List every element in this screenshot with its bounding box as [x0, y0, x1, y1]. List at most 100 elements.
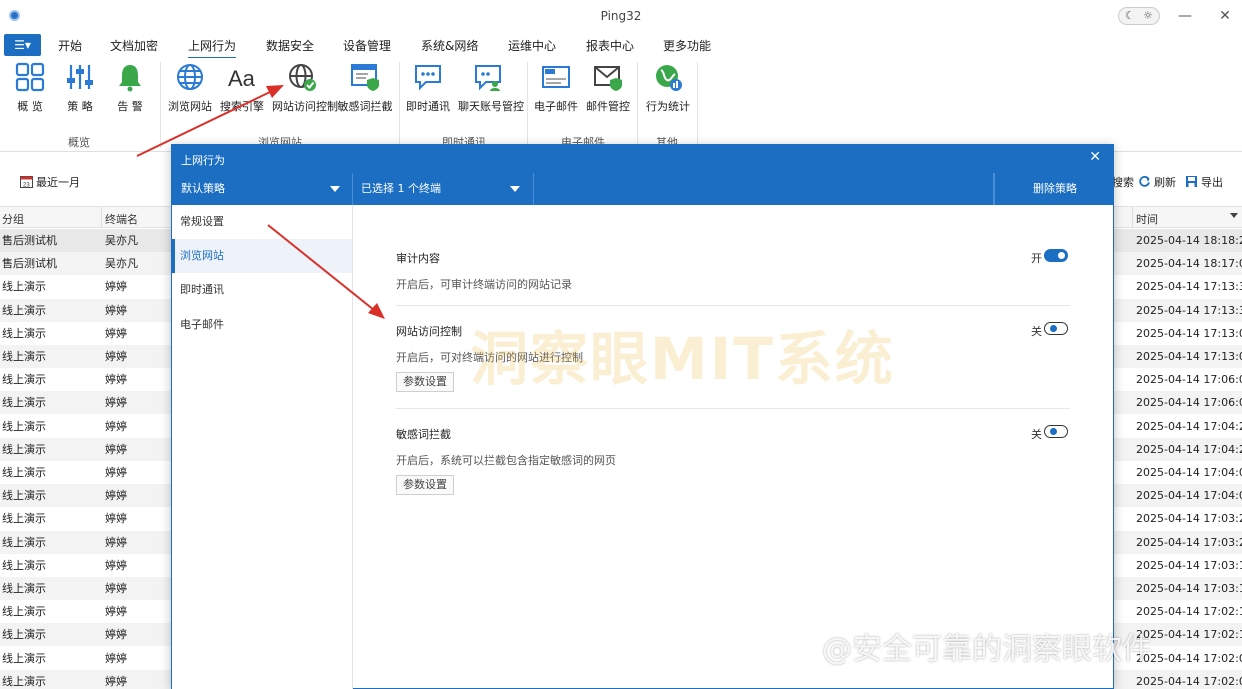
- ribbon-email[interactable]: 电子邮件: [526, 62, 586, 114]
- grid-header-right: 时间: [1114, 206, 1242, 228]
- web-access-control-title: 网站访问控制: [396, 325, 462, 338]
- cell-group: 线上演示: [2, 605, 46, 618]
- ribbon-search-engine[interactable]: Aa 搜索引擎: [212, 62, 272, 114]
- menu-tab-doc-encrypt[interactable]: 文档加密: [110, 37, 158, 54]
- ribbon-behavior-stats-label: 行为统计: [646, 100, 690, 113]
- table-row[interactable]: 线上演示 婷婷: [0, 507, 171, 530]
- watermark-text: 洞察眼MIT系统: [470, 325, 895, 393]
- ribbon-web-access-control[interactable]: 网站访问控制: [272, 62, 338, 114]
- ribbon-chat-account-control[interactable]: 聊天账号管控: [458, 62, 524, 114]
- table-row[interactable]: 线上演示 婷婷: [0, 484, 171, 507]
- table-row[interactable]: 线上演示 婷婷: [0, 461, 171, 484]
- audit-content-toggle[interactable]: [1044, 249, 1068, 262]
- cell-time: 2025-04-14 17:13:00: [1136, 327, 1242, 340]
- table-row[interactable]: 2025-04-14 17:06:00: [1114, 368, 1242, 391]
- table-row[interactable]: 线上演示 婷婷: [0, 647, 171, 670]
- terminal-select[interactable]: 已选择 1 个终端: [353, 173, 534, 205]
- search-button[interactable]: 搜索: [1112, 174, 1134, 190]
- cell-group: 线上演示: [2, 373, 46, 386]
- web-access-control-toggle[interactable]: [1044, 322, 1068, 335]
- table-row[interactable]: 线上演示 婷婷: [0, 391, 171, 414]
- table-row[interactable]: 2025-04-14 17:02:09: [1114, 670, 1242, 689]
- table-row[interactable]: 2025-04-14 17:03:15: [1114, 577, 1242, 600]
- ribbon-alert[interactable]: 告 警: [100, 62, 160, 114]
- table-row[interactable]: 2025-04-14 17:03:20: [1114, 507, 1242, 530]
- table-row[interactable]: 2025-04-14 17:13:37: [1114, 275, 1242, 298]
- sensitive-words-params-button[interactable]: 参数设置: [396, 475, 454, 495]
- close-window-button[interactable]: ✕: [1215, 6, 1235, 26]
- table-row[interactable]: 线上演示 婷婷: [0, 623, 171, 646]
- menu-tab-device-mgmt[interactable]: 设备管理: [343, 37, 391, 54]
- minimize-button[interactable]: —: [1175, 6, 1195, 26]
- ribbon-behavior-stats[interactable]: 行为统计: [638, 62, 698, 114]
- table-row[interactable]: 线上演示 婷婷: [0, 670, 171, 689]
- delete-policy-button[interactable]: 删除策略: [994, 173, 1113, 205]
- menu-tab-more[interactable]: 更多功能: [663, 37, 711, 54]
- cell-group: 线上演示: [2, 396, 46, 409]
- table-row[interactable]: 2025-04-14 17:02:11: [1114, 600, 1242, 623]
- sidebar-item-im[interactable]: 即时通讯: [172, 273, 352, 307]
- column-header-terminal[interactable]: 终端名: [105, 211, 138, 227]
- table-row[interactable]: 2025-04-14 18:17:02: [1114, 252, 1242, 275]
- table-row[interactable]: 线上演示 婷婷: [0, 415, 171, 438]
- table-row[interactable]: 2025-04-14 18:18:21: [1114, 229, 1242, 252]
- table-row[interactable]: 售后测试机 吴亦凡: [0, 252, 171, 275]
- menu-tab-system-network[interactable]: 系统&网络: [421, 37, 478, 54]
- table-row[interactable]: 线上演示 婷婷: [0, 368, 171, 391]
- sort-chevron-icon[interactable]: [1230, 213, 1238, 218]
- close-icon[interactable]: ✕: [1089, 149, 1101, 165]
- ribbon-instant-message[interactable]: 即时通讯: [398, 62, 458, 114]
- cell-time: 2025-04-14 17:03:20: [1136, 536, 1242, 549]
- ribbon-search-engine-label: 搜索引擎: [220, 100, 264, 113]
- table-row[interactable]: 线上演示 婷婷: [0, 299, 171, 322]
- table-row[interactable]: 2025-04-14 17:06:00: [1114, 391, 1242, 414]
- toggle-knob: [1058, 252, 1065, 259]
- policy-select[interactable]: 默认策略: [172, 173, 353, 205]
- table-row[interactable]: 2025-04-14 17:04:29: [1114, 415, 1242, 438]
- table-row[interactable]: 2025-04-14 17:03:15: [1114, 554, 1242, 577]
- table-row[interactable]: 线上演示 婷婷: [0, 600, 171, 623]
- export-label: 导出: [1201, 176, 1223, 189]
- menu-tab-web-behavior[interactable]: 上网行为: [188, 37, 237, 59]
- sensitive-words-toggle[interactable]: [1044, 425, 1068, 438]
- toggle-knob: [1050, 428, 1057, 435]
- main-menu-button[interactable]: ☰▾: [4, 34, 41, 56]
- table-row[interactable]: 线上演示 婷婷: [0, 322, 171, 345]
- ribbon-browse-web[interactable]: 浏览网站: [160, 62, 220, 114]
- sidebar-item-email[interactable]: 电子邮件: [172, 308, 352, 342]
- table-row[interactable]: 2025-04-14 17:04:29: [1114, 438, 1242, 461]
- ribbon-sensitive-words[interactable]: 敏感词拦截: [335, 62, 395, 114]
- table-row[interactable]: 线上演示 婷婷: [0, 438, 171, 461]
- table-row[interactable]: 线上演示 婷婷: [0, 531, 171, 554]
- table-row[interactable]: 2025-04-14 17:04:06: [1114, 461, 1242, 484]
- export-button[interactable]: 导出: [1185, 174, 1223, 190]
- table-row[interactable]: 售后测试机 吴亦凡: [0, 229, 171, 252]
- sidebar-item-general[interactable]: 常规设置: [172, 205, 352, 239]
- web-access-control-params-button[interactable]: 参数设置: [396, 372, 454, 392]
- cell-terminal: 婷婷: [105, 536, 127, 549]
- menu-tab-report-center[interactable]: 报表中心: [586, 37, 634, 54]
- menu-tab-start[interactable]: 开始: [58, 37, 82, 54]
- menu-tab-data-security[interactable]: 数据安全: [266, 37, 314, 54]
- table-row[interactable]: 2025-04-14 17:04:06: [1114, 484, 1242, 507]
- table-row[interactable]: 2025-04-14 17:13:00: [1114, 345, 1242, 368]
- table-row[interactable]: 线上演示 婷婷: [0, 577, 171, 600]
- table-row[interactable]: 线上演示 婷婷: [0, 275, 171, 298]
- theme-toggle[interactable]: ☾ ☼: [1118, 7, 1160, 25]
- cell-group: 线上演示: [2, 280, 46, 293]
- sidebar-item-browse-web[interactable]: 浏览网站: [172, 239, 352, 273]
- refresh-button[interactable]: 刷新: [1138, 174, 1176, 190]
- column-header-time[interactable]: 时间: [1136, 211, 1158, 227]
- chat-user-icon: [475, 65, 501, 91]
- date-range-button[interactable]: 23 最近一月: [20, 174, 80, 190]
- table-row[interactable]: 2025-04-14 17:03:20: [1114, 531, 1242, 554]
- toggle-knob: [1050, 325, 1057, 332]
- column-header-group[interactable]: 分组: [2, 211, 24, 227]
- table-row[interactable]: 线上演示 婷婷: [0, 554, 171, 577]
- table-row[interactable]: 2025-04-14 17:13:00: [1114, 322, 1242, 345]
- ribbon: 概 览 策 略 告 警 浏览网站 Aa 搜索引擎 网站访问控制 敏感词拦截 即时…: [0, 58, 1242, 152]
- menu-tab-ops-center[interactable]: 运维中心: [508, 37, 556, 54]
- table-row[interactable]: 线上演示 婷婷: [0, 345, 171, 368]
- ribbon-email-control[interactable]: 邮件管控: [578, 62, 638, 114]
- table-row[interactable]: 2025-04-14 17:13:37: [1114, 299, 1242, 322]
